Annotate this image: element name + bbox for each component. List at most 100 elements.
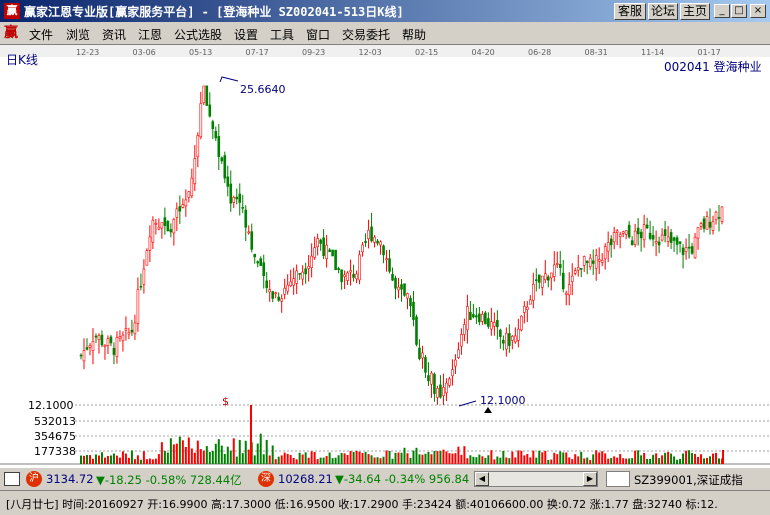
date-tick-label: 01-17 — [698, 48, 721, 57]
candle-body — [112, 347, 116, 355]
volume-bar — [466, 458, 469, 464]
date-tick-label: 03-06 — [133, 48, 156, 57]
volume-bar — [460, 454, 463, 464]
volume-bar — [388, 450, 391, 464]
customer-service-button[interactable]: 客服 — [614, 3, 646, 20]
volume-bar — [346, 454, 349, 464]
price-tick-label: 12.1000 — [28, 399, 74, 412]
candle-body — [367, 229, 370, 240]
candle-body — [618, 234, 622, 237]
candle-body — [241, 207, 245, 209]
keyboard-icon[interactable] — [4, 472, 20, 486]
volume-bar — [91, 458, 94, 464]
volume-bar — [457, 446, 460, 464]
kline-chart[interactable]: 12-23 03-06 05-13 07-17 09-23 12-03 02-15 04-20… — [0, 45, 770, 468]
candle-body — [400, 284, 403, 290]
candle-body — [588, 257, 592, 268]
scroll-right-icon[interactable]: ▶ — [583, 472, 597, 486]
volume-bar — [316, 459, 319, 464]
chart-icon[interactable] — [606, 471, 630, 487]
volume-bar — [343, 453, 346, 464]
date-tick-label: 02-15 — [415, 48, 438, 57]
menu-window[interactable]: 窗口 — [306, 26, 330, 43]
max-annotation-label: 25.6640 — [240, 83, 286, 96]
volume-bar — [340, 452, 343, 464]
candle-body — [175, 208, 179, 218]
candle-body — [549, 272, 553, 279]
candle-body — [133, 322, 137, 335]
candle-body — [642, 224, 646, 241]
forum-button[interactable]: 论坛 — [648, 3, 678, 20]
candle-body — [582, 256, 586, 266]
volume-bar — [535, 457, 538, 464]
menu-news[interactable]: 资讯 — [102, 26, 126, 43]
volume-bar — [142, 451, 145, 464]
volume-bar — [295, 459, 298, 464]
candle-body — [633, 230, 637, 245]
scroll-left-icon[interactable]: ◀ — [475, 472, 489, 486]
volume-bar — [145, 459, 148, 464]
candle-body — [148, 236, 152, 251]
date-tick-label: 12-03 — [359, 48, 382, 57]
volume-bar — [532, 450, 535, 464]
volume-bar — [541, 452, 544, 464]
homepage-button[interactable]: 主页 — [680, 3, 710, 20]
candle-body — [178, 206, 182, 212]
volume-bar — [256, 443, 259, 464]
volume-bar — [337, 455, 340, 464]
candle-body — [708, 221, 712, 228]
menu-browse[interactable]: 浏览 — [66, 26, 90, 43]
menu-formula[interactable]: 公式选股 — [174, 26, 222, 43]
candle-body — [436, 388, 439, 398]
menu-tools[interactable]: 工具 — [270, 26, 294, 43]
candle-body — [654, 241, 658, 244]
code-input[interactable]: SZ399001,深证成指 — [634, 472, 743, 488]
volume-bar — [430, 454, 433, 464]
volume-bar — [478, 454, 481, 464]
volume-bar — [487, 455, 490, 464]
volume-bar — [637, 450, 640, 464]
volume-bar — [130, 450, 133, 464]
candle-body — [232, 197, 236, 203]
candle-body — [220, 157, 224, 162]
volume-bar — [634, 450, 637, 464]
maximize-icon[interactable]: □ — [731, 4, 747, 18]
volume-bar — [169, 438, 172, 464]
volume-bar — [190, 448, 193, 464]
volume-bar — [154, 458, 157, 464]
volume-bar — [448, 453, 451, 464]
volume-bar — [157, 454, 160, 464]
minimize-icon[interactable]: _ — [714, 4, 730, 18]
candle-body — [502, 339, 505, 344]
volume-bar — [703, 458, 706, 464]
index-status-bar: 沪 3134.72 ▼-18.25 -0.58% 728.44亿 深 10268… — [0, 467, 770, 489]
candle-body — [693, 236, 697, 259]
volume-bar — [292, 457, 295, 464]
logo-icon[interactable]: 赢 — [4, 25, 22, 41]
candle-body — [531, 283, 535, 301]
menu-help[interactable]: 帮助 — [402, 26, 426, 43]
candle-body — [334, 249, 337, 271]
menu-trade[interactable]: 交易委托 — [342, 26, 390, 43]
date-tick-label: 07-17 — [246, 48, 269, 57]
candle-body — [505, 332, 508, 350]
candle-body — [247, 231, 251, 234]
candle-body — [567, 284, 571, 296]
menu-gann[interactable]: 江恩 — [138, 26, 162, 43]
candle-body — [678, 241, 682, 244]
horizontal-scrollbar[interactable]: ◀ ▶ — [474, 471, 598, 487]
volume-bar — [649, 458, 652, 464]
candle-body — [166, 220, 170, 232]
volume-bar — [88, 455, 91, 464]
menu-settings[interactable]: 设置 — [234, 26, 258, 43]
close-icon[interactable]: × — [750, 4, 766, 18]
window-title: 赢家江恩专业版[赢家服务平台] - [登海种业 SZ002041-513日K线] — [24, 5, 404, 19]
candle-body — [564, 292, 568, 295]
volume-bar — [391, 458, 394, 464]
volume-bar — [166, 452, 169, 464]
menu-file[interactable]: 文件 — [29, 26, 53, 43]
candle-body — [669, 232, 673, 243]
kline-chart-panel[interactable]: 12-23 03-06 05-13 07-17 09-23 12-03 02-15 04-20… — [0, 44, 770, 467]
candle-body — [331, 249, 334, 257]
volume-bar — [505, 457, 508, 464]
